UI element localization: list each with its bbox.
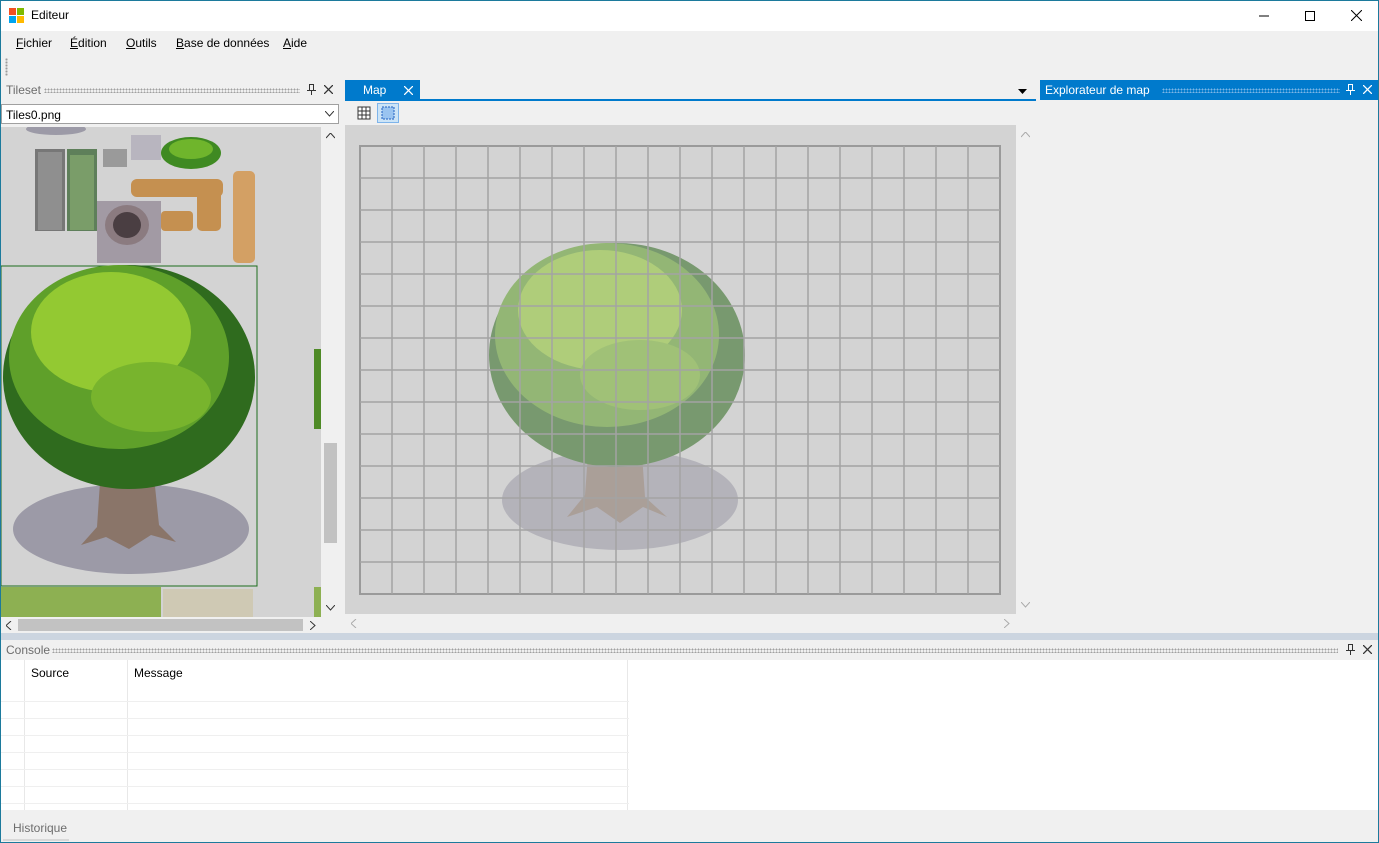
menu-fichier-label: ichier <box>23 36 53 50</box>
tileset-file-value: Tiles0.png <box>6 108 61 122</box>
pin-icon <box>1345 644 1355 655</box>
column-header-message[interactable]: Message <box>134 666 183 680</box>
tileset-file-select[interactable]: Tiles0.png <box>1 104 339 124</box>
toolstrip-grip[interactable] <box>5 58 8 76</box>
console-title: Console <box>6 643 51 657</box>
grid-lines <box>359 145 1001 595</box>
close-button[interactable] <box>1333 0 1379 31</box>
tileset-header: Tileset <box>0 80 340 100</box>
pin-icon <box>1345 84 1355 95</box>
tab-map-label: Map <box>363 83 387 97</box>
tileset-image-view[interactable] <box>1 127 321 617</box>
minimize-icon <box>1259 15 1269 16</box>
tileset-horizontal-scrollbar[interactable] <box>1 617 322 633</box>
menu-edition-label: dition <box>78 36 107 50</box>
menu-bdd-label: ase de données <box>184 36 270 50</box>
chevron-left-icon <box>6 621 12 630</box>
explorer-header: Explorateur de map <box>1040 80 1378 100</box>
toolstrip <box>0 55 1379 80</box>
map-grid <box>359 145 1001 595</box>
tileset-header-grip <box>44 88 300 93</box>
table-row <box>1 735 629 736</box>
tileset-hscroll-thumb[interactable] <box>18 619 303 631</box>
menu-outils[interactable]: Outils <box>126 36 157 50</box>
table-row <box>1 701 629 702</box>
menu-bdd-mnemonic: B <box>176 36 185 50</box>
console-pin-button[interactable] <box>1342 641 1358 658</box>
chevron-down-icon <box>325 111 334 117</box>
chevron-down-icon <box>326 605 335 611</box>
chevron-up-icon <box>326 133 335 139</box>
close-icon <box>1362 645 1372 654</box>
tab-close-icon[interactable] <box>404 86 413 95</box>
chevron-down-icon <box>1021 602 1030 608</box>
column-header-source[interactable]: Source <box>31 666 69 680</box>
tileset-title: Tileset <box>6 83 41 97</box>
app-icon <box>9 8 24 23</box>
selection-tool-button[interactable] <box>377 103 399 123</box>
chevron-right-icon <box>310 621 316 630</box>
bottom-tabstrip <box>1 811 1378 842</box>
explorer-title: Explorateur de map <box>1045 83 1150 97</box>
grid-toggle-button[interactable] <box>354 103 374 123</box>
maximize-icon <box>1305 10 1315 21</box>
table-row <box>1 786 629 787</box>
close-icon <box>323 85 333 94</box>
explorer-close-button[interactable] <box>1359 81 1375 98</box>
close-icon <box>1362 85 1372 94</box>
grid-icon <box>357 106 371 120</box>
chevron-left-icon <box>351 619 357 628</box>
minimize-button[interactable] <box>1241 0 1287 31</box>
tileset-close-button[interactable] <box>320 81 336 98</box>
explorer-header-grip <box>1162 88 1340 93</box>
explorer-content <box>1040 100 1378 633</box>
menu-fichier[interactable]: Fichier <box>16 36 52 50</box>
table-row <box>1 769 629 770</box>
tileset-vscroll-thumb[interactable] <box>324 443 337 543</box>
menu-aide-label: ide <box>291 36 308 50</box>
maximize-button[interactable] <box>1287 0 1333 31</box>
tileset-vertical-scrollbar[interactable] <box>322 127 339 617</box>
menu-edition[interactable]: Édition <box>70 36 107 50</box>
tileset-image <box>1 127 321 617</box>
console-splitter[interactable] <box>0 633 1379 640</box>
tab-map[interactable]: Map <box>345 80 420 101</box>
chevron-up-icon <box>1021 132 1030 138</box>
table-row <box>1 752 629 753</box>
menu-outils-mnemonic: O <box>126 36 136 50</box>
map-toolbar <box>345 102 1036 124</box>
chevron-right-icon <box>1004 619 1010 628</box>
menu-base-de-donnees[interactable]: Base de données <box>176 36 269 50</box>
window-title: Editeur <box>31 8 70 22</box>
map-canvas[interactable] <box>345 125 1016 614</box>
tab-historique-label: Historique <box>13 821 68 835</box>
table-row <box>1 803 629 804</box>
console-close-button[interactable] <box>1359 641 1375 658</box>
menu-aide-mnemonic: A <box>283 36 292 50</box>
map-tabstrip <box>345 80 1036 101</box>
map-tree-sprite <box>489 243 745 550</box>
map-horizontal-scrollbar[interactable] <box>345 614 1016 632</box>
menu-bar: Fichier Édition Outils Base de données A… <box>0 31 1379 55</box>
menu-outils-label: utils <box>135 36 157 50</box>
map-vertical-scrollbar[interactable] <box>1016 125 1036 614</box>
tab-historique[interactable]: Historique <box>3 812 69 841</box>
title-bar: Editeur <box>0 0 1379 31</box>
menu-aide[interactable]: Aide <box>283 36 307 50</box>
close-icon <box>1350 10 1362 21</box>
pin-icon <box>306 84 316 95</box>
console-header-grip <box>52 648 1338 653</box>
tab-dropdown-icon[interactable] <box>1018 89 1027 94</box>
console-header: Console <box>0 640 1379 660</box>
menu-edition-mnemonic: É <box>70 36 79 50</box>
table-row <box>1 718 629 719</box>
console-table[interactable]: Source Message <box>1 660 1378 810</box>
explorer-pin-button[interactable] <box>1342 81 1358 98</box>
selection-icon <box>381 106 395 120</box>
tileset-pin-button[interactable] <box>303 81 319 98</box>
